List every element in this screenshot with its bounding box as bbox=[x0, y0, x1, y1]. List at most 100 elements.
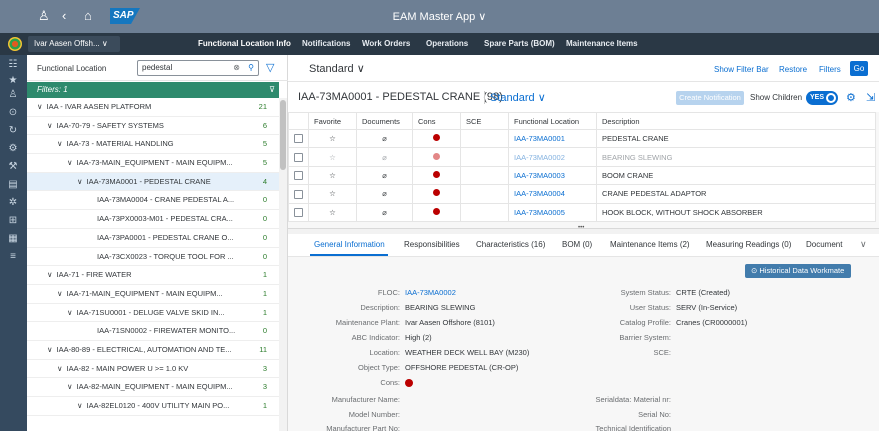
tree-node[interactable]: IAA-73PA0001 - PEDESTAL CRANE O... 0 bbox=[27, 229, 279, 248]
tree-search-input[interactable]: pedestal ⊗ ⚲ bbox=[137, 60, 259, 76]
tree-node[interactable]: ∨ IAA-82-MAIN_EQUIPMENT - MAIN EQUIPM... 3 bbox=[27, 378, 279, 397]
document-icon[interactable]: ▤ bbox=[6, 179, 20, 190]
tree-node[interactable]: ∨ IAA-71 - FIRE WATER 1 bbox=[27, 266, 279, 285]
chevron-down-icon[interactable]: ∨ bbox=[77, 401, 83, 410]
tab-spare-parts[interactable]: Spare Parts (BOM) bbox=[484, 39, 555, 48]
search-icon[interactable]: ⚲ bbox=[248, 61, 254, 75]
tools-icon[interactable]: ⚒ bbox=[6, 161, 20, 172]
building-icon[interactable]: ▦ bbox=[6, 233, 20, 244]
clear-icon[interactable]: ⊗ bbox=[233, 61, 240, 75]
floc-link[interactable]: IAA-73MA0004 bbox=[508, 184, 597, 204]
tab-characteristics[interactable]: Characteristics (16) bbox=[476, 240, 545, 249]
tab-notifications[interactable]: Notifications bbox=[302, 39, 350, 48]
table-row[interactable]: ☆ ⌀ IAA-73MA0003 BOOM CRANE bbox=[288, 165, 876, 186]
row-checkbox[interactable] bbox=[294, 208, 303, 218]
settings-icon[interactable]: ⚙ bbox=[846, 91, 856, 104]
attachment-icon[interactable]: ⌀ bbox=[356, 128, 413, 149]
chevron-down-icon[interactable]: ∨ bbox=[67, 308, 73, 317]
tree-node[interactable]: IAA-73CX0023 - TORQUE TOOL FOR ... 0 bbox=[27, 248, 279, 267]
column-cons[interactable]: Cons bbox=[412, 112, 461, 130]
favorite-star-icon[interactable]: ☆ bbox=[308, 128, 357, 149]
attachment-icon[interactable]: ⌀ bbox=[356, 147, 413, 167]
filter-icon[interactable]: ▽ bbox=[266, 61, 274, 74]
attachment-icon[interactable]: ⌀ bbox=[356, 184, 413, 204]
chevron-down-icon[interactable]: ∨ bbox=[37, 102, 43, 111]
go-button[interactable]: Go bbox=[850, 61, 868, 76]
users-icon[interactable]: ♙ bbox=[6, 89, 20, 100]
favorite-star-icon[interactable]: ★ bbox=[6, 75, 20, 86]
tree-node[interactable]: ∨ IAA-80-89 - ELECTRICAL, AUTOMATION AND … bbox=[27, 341, 279, 360]
settings-icon[interactable]: ⚙ bbox=[6, 143, 20, 154]
table-row[interactable]: ☆ ⌀ IAA-73MA0002 BEARING SLEWING bbox=[288, 147, 876, 167]
attachment-icon[interactable]: ⌀ bbox=[356, 202, 413, 222]
restore-link[interactable]: Restore bbox=[779, 65, 807, 74]
chevron-down-icon[interactable]: ∨ bbox=[77, 177, 83, 186]
floc-link[interactable]: IAA-73MA0005 bbox=[508, 202, 597, 222]
historical-data-workmate-button[interactable]: ⊙ Historical Data Workmate bbox=[745, 264, 851, 278]
tab-documents[interactable]: Document bbox=[806, 240, 842, 249]
field-value[interactable]: IAA-73MA0002 bbox=[405, 288, 456, 297]
row-checkbox[interactable] bbox=[294, 189, 303, 199]
column-description[interactable]: Description bbox=[596, 112, 876, 130]
list-icon[interactable]: ≡ bbox=[6, 251, 20, 262]
gear-icon[interactable]: ✲ bbox=[6, 197, 20, 208]
tab-measuring-readings[interactable]: Measuring Readings (0) bbox=[706, 240, 791, 249]
column-sce[interactable]: SCE bbox=[460, 112, 509, 130]
tab-operations[interactable]: Operations bbox=[426, 39, 468, 48]
alert-icon[interactable]: ⊙ bbox=[6, 107, 20, 118]
chevron-down-icon[interactable]: ∨ bbox=[67, 382, 73, 391]
active-filters-bar[interactable]: Filters: 1 ⊽ bbox=[27, 82, 279, 98]
tree-node[interactable]: IAA-71SN0002 - FIREWATER MONITO... 0 bbox=[27, 322, 279, 341]
floc-link[interactable]: IAA-73MA0001 bbox=[508, 128, 597, 149]
chevron-down-icon[interactable]: ∨ bbox=[67, 158, 73, 167]
cart-icon[interactable]: ⊞ bbox=[6, 215, 20, 226]
tree-scrollbar[interactable] bbox=[279, 98, 287, 431]
attachment-icon[interactable]: ⌀ bbox=[356, 165, 413, 186]
favorite-star-icon[interactable]: ☆ bbox=[308, 147, 357, 167]
tab-maintenance-items[interactable]: Maintenance Items bbox=[566, 39, 638, 48]
table-row[interactable]: ☆ ⌀ IAA-73MA0004 CRANE PEDESTAL ADAPTOR bbox=[288, 184, 876, 204]
column-documents[interactable]: Documents bbox=[356, 112, 413, 130]
tree-node[interactable]: ∨ IAA-73-MAIN_EQUIPMENT - MAIN EQUIPM... 5 bbox=[27, 154, 279, 173]
hierarchy-icon[interactable]: ☷ bbox=[6, 59, 20, 70]
tab-functional-location-info[interactable]: Functional Location Info bbox=[198, 39, 291, 48]
chevron-down-icon[interactable]: ∨ bbox=[57, 139, 63, 148]
chevron-down-icon[interactable]: ∨ bbox=[57, 364, 63, 373]
chevron-down-icon[interactable]: ∨ bbox=[47, 345, 53, 354]
row-checkbox[interactable] bbox=[294, 152, 303, 162]
chevron-down-icon[interactable]: ∨ bbox=[860, 239, 867, 250]
tab-general-information[interactable]: General Information bbox=[314, 240, 385, 249]
show-children-toggle[interactable]: YES bbox=[806, 91, 838, 105]
show-filter-bar-link[interactable]: Show Filter Bar bbox=[714, 65, 769, 74]
tree-node[interactable]: ∨ IAA-71-MAIN_EQUIPMENT - MAIN EQUIPM... 1 bbox=[27, 285, 279, 304]
favorite-star-icon[interactable]: ☆ bbox=[308, 202, 357, 222]
table-row[interactable]: ☆ ⌀ IAA-73MA0001 PEDESTAL CRANE bbox=[288, 128, 876, 149]
tab-work-orders[interactable]: Work Orders bbox=[362, 39, 410, 48]
tree-node[interactable]: ∨ IAA-73 - MATERIAL HANDLING 5 bbox=[27, 135, 279, 155]
chevron-down-icon[interactable]: ∨ bbox=[57, 289, 63, 298]
column-functional-location[interactable]: Functional Location bbox=[508, 112, 597, 130]
row-checkbox[interactable] bbox=[294, 134, 303, 144]
table-row[interactable]: ☆ ⌀ IAA-73MA0005 HOOK BLOCK, WITHOUT SHOCK … bbox=[288, 202, 876, 222]
app-title[interactable]: EAM Master App ∨ bbox=[0, 10, 879, 23]
row-checkbox[interactable] bbox=[294, 171, 303, 181]
tab-bom[interactable]: BOM (0) bbox=[562, 240, 592, 249]
refresh-icon[interactable]: ↻ bbox=[6, 125, 20, 136]
variant-selector[interactable]: Standard ∨ bbox=[309, 62, 365, 75]
chevron-down-icon[interactable]: ∨ bbox=[47, 121, 53, 130]
tree-node[interactable]: ∨ IAA-70-79 - SAFETY SYSTEMS 6 bbox=[27, 117, 279, 136]
tab-responsibilities[interactable]: Responsibilities bbox=[404, 240, 460, 249]
tree-node[interactable]: IAA-73PX0003-M01 - PEDESTAL CRA... 0 bbox=[27, 210, 279, 229]
floc-link[interactable]: IAA-73MA0003 bbox=[508, 165, 597, 186]
tab-maintenance-items[interactable]: Maintenance Items (2) bbox=[610, 240, 690, 249]
company-selector[interactable]: Ivar Aasen Offsh... ∨ bbox=[28, 36, 120, 52]
floc-link[interactable]: IAA-73MA0002 bbox=[508, 147, 597, 167]
tree-node[interactable]: ∨ IAA-82EL0120 - 400V UTILITY MAIN PO... 1 bbox=[27, 397, 279, 416]
favorite-star-icon[interactable]: ☆ bbox=[308, 165, 357, 186]
favorite-star-icon[interactable]: ☆ bbox=[308, 184, 357, 204]
tree-node[interactable]: ∨ IAA-82 - MAIN POWER U >= 1.0 KV 3 bbox=[27, 360, 279, 379]
export-icon[interactable]: ⇲ bbox=[866, 91, 875, 104]
tree-node[interactable]: ∨ IAA-71SU0001 - DELUGE VALVE SKID IN... 1 bbox=[27, 304, 279, 323]
table-variant-selector[interactable]: Standard ∨ bbox=[484, 91, 546, 104]
tree-node[interactable]: ∨ IAA-73MA0001 - PEDESTAL CRANE 4 bbox=[27, 172, 279, 192]
